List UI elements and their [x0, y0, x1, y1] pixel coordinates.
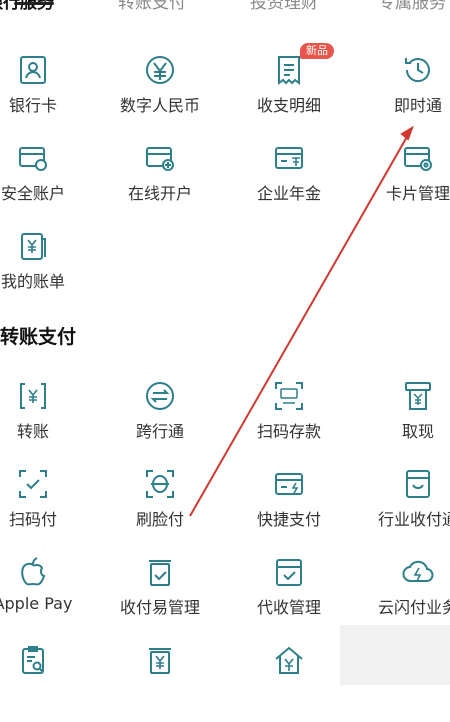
grid-item-digital-rmb[interactable]: 数字人民币 [90, 52, 230, 132]
smile-box-icon [400, 466, 436, 502]
grid-item-label: 扫码存款 [256, 422, 321, 441]
grid-item-my-bill[interactable]: 我的账单 [0, 228, 103, 308]
grid-item-withdraw[interactable]: 取现 [348, 378, 450, 458]
tab-transfer-payment[interactable]: 转账支付 [118, 0, 186, 13]
grid-item-label: 银行卡 [8, 96, 57, 115]
top-tab-bar: 银行服务 转账支付 投资理财 专属服务 [0, 0, 450, 13]
apple-icon [15, 554, 51, 590]
grid-item-house-yuan[interactable] [219, 642, 359, 722]
grid-item-label: 在线开户 [127, 184, 192, 203]
card-gear-icon [400, 140, 436, 176]
scan-check-icon [15, 466, 51, 502]
grid-item-apple-pay[interactable]: Apple Pay [0, 554, 103, 634]
tab-investment[interactable]: 投资理财 [250, 0, 318, 13]
card-year-icon [271, 140, 307, 176]
grid-item-transfer[interactable]: 转账 [0, 378, 103, 458]
grid-item-clipboard-search[interactable] [0, 642, 103, 722]
grid-item-label: 快捷支付 [256, 510, 321, 529]
grid-item-label: 代收管理 [256, 598, 321, 617]
grid-item-scan-pay[interactable]: 扫码付 [0, 466, 103, 546]
atm-withdraw-icon [400, 378, 436, 414]
grid-item-label: 刷脸付 [135, 510, 184, 529]
clipboard-check-icon [142, 554, 178, 590]
grid-item-safe-account[interactable]: 安全账户 [0, 140, 103, 220]
grid-item-enterprise-annuity[interactable]: 企业年金 [219, 140, 359, 220]
box-check-icon [271, 554, 307, 590]
section-title-transfer-payment: 转账支付 [0, 326, 77, 348]
tab-exclusive-services[interactable]: 专属服务 [378, 0, 446, 13]
grid-item-label: 行业收付通 [377, 510, 450, 529]
grid-item-transactions[interactable]: 收支明细 [219, 52, 359, 132]
id-card-icon [15, 52, 51, 88]
grid-item-label: 转账 [16, 422, 49, 441]
cloud-lightning-icon [400, 554, 436, 590]
grid-item-label: 收支明细 [256, 96, 321, 115]
grid-item-label: 取现 [401, 422, 434, 441]
card-add-icon [142, 140, 178, 176]
grid-item-scan-deposit[interactable]: 扫码存款 [219, 378, 359, 458]
card-shield-icon [15, 140, 51, 176]
grid-item-quick-pay[interactable]: 快捷支付 [219, 466, 359, 546]
grid-item-bank-card[interactable]: 银行卡 [0, 52, 103, 132]
atm-scan-icon [271, 378, 307, 414]
grid-item-label: 企业年金 [256, 184, 321, 203]
grid-item-label: 云闪付业务 [377, 598, 450, 617]
clock-refresh-icon [400, 52, 436, 88]
new-badge: 新品 [300, 43, 334, 59]
grid-item-cloud-quickpass[interactable]: 云闪付业务 [348, 554, 450, 634]
grid-item-label: 安全账户 [0, 184, 65, 203]
grid-item-card-management[interactable]: 卡片管理 [348, 140, 450, 220]
transfer-yuan-icon [15, 378, 51, 414]
grid-item-shoufuyi[interactable]: 收付易管理 [90, 554, 230, 634]
grid-item-label: 即时通 [393, 96, 442, 115]
yuan-document-icon [142, 642, 178, 678]
house-yuan-icon [271, 642, 307, 678]
watermark [340, 625, 450, 685]
grid-item-yuan-document[interactable] [90, 642, 230, 722]
grid-item-interbank[interactable]: 跨行通 [90, 378, 230, 458]
grid-item-label: 收付易管理 [119, 598, 200, 617]
grid-item-label: 卡片管理 [385, 184, 450, 203]
grid-item-face-pay[interactable]: 刷脸付 [90, 466, 230, 546]
grid-item-label: Apple Pay [0, 594, 73, 613]
clipboard-search-icon [15, 642, 51, 678]
grid-item-online-account[interactable]: 在线开户 [90, 140, 230, 220]
grid-item-label: 数字人民币 [119, 96, 200, 115]
yuan-circle-icon [142, 52, 178, 88]
grid-item-label: 扫码付 [8, 510, 57, 529]
bill-icon [15, 228, 51, 264]
grid-item-label: 我的账单 [0, 272, 65, 291]
grid-item-industry-payment[interactable]: 行业收付通 [348, 466, 450, 546]
grid-item-collection-management[interactable]: 代收管理 [219, 554, 359, 634]
grid-item-instant-notify[interactable]: 即时通 [348, 52, 450, 132]
grid-item-label: 跨行通 [135, 422, 184, 441]
card-lightning-icon [271, 466, 307, 502]
face-scan-icon [142, 466, 178, 502]
active-tab-indicator [14, 2, 54, 5]
exchange-circle-icon [142, 378, 178, 414]
